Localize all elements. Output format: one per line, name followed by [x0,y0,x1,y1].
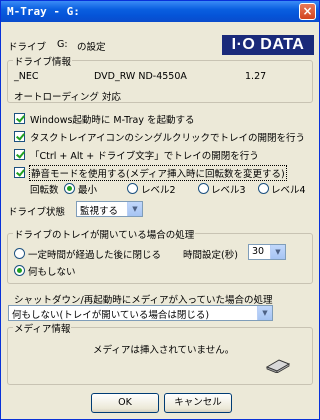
drive-info-group-label: ドライブ情報 [13,54,73,68]
close-after-time-label: 一定時間が経過した後に閉じる [28,250,162,261]
drive-state-value: 監視する [80,206,119,217]
shutdown-select[interactable]: 何もしない(トレイが開いている場合は閉じる) ▼ [8,305,273,321]
chevron-down-icon[interactable]: ▼ [270,245,285,259]
radio-do-nothing[interactable] [14,265,25,276]
drive-state-select[interactable]: 監視する ▼ [76,201,143,217]
drive-label: ドライブ [8,42,47,53]
rotation-level2-label: レベル2 [141,185,176,196]
close-button[interactable]: × [299,3,316,20]
iodata-logo: I·O DATA [222,35,314,55]
radio-rotation-min[interactable] [64,183,75,194]
drive-firmware: 1.27 [245,71,267,82]
checkbox-hotkey[interactable] [14,149,25,160]
checkbox-startup[interactable] [14,113,25,124]
chevron-down-icon[interactable]: ▼ [257,306,272,320]
radio-rotation-level4[interactable] [258,183,269,194]
radio-rotation-level2[interactable] [127,183,138,194]
media-status-message: メディアは挿入されていません。 [93,345,235,356]
option-startup-label: Windows起動時に M-Tray を起動する [30,115,195,126]
drive-tray-icon [265,359,291,373]
option-single-click-label: タスクトレイアイコンのシングルクリックでトレイの開閉を行う [30,133,306,144]
time-setting-select[interactable]: 30 ▼ [248,244,286,260]
rotation-label: 回転数 [30,185,59,196]
radio-close-after-time[interactable] [14,248,25,259]
window-title: M-Tray - G: [7,5,80,18]
drive-state-label: ドライブ状態 [8,207,66,218]
chevron-down-icon[interactable]: ▼ [127,202,142,216]
ok-button[interactable]: OK [91,393,159,413]
radio-rotation-level3[interactable] [198,183,209,194]
option-silent-mode-label: 静音モードを使用する(メディア挿入時に回転数を変更する) [29,165,287,181]
media-info-group: メディア情報 [7,321,313,385]
rotation-level3-label: レベル3 [211,185,246,196]
media-info-group-label: メディア情報 [13,321,72,335]
shutdown-value: 何もしない(トレイが開いている場合は閉じる) [12,310,210,321]
drive-letter: G: [57,39,68,50]
cancel-button[interactable]: キャンセル [164,393,232,413]
shutdown-label: シャットダウン/再起動時にメディアが入っていた場合の処理 [14,295,273,306]
rotation-level4-label: レベル4 [271,185,306,196]
title-bar[interactable]: M-Tray - G: × [1,1,319,22]
settings-label: の設定 [77,42,106,53]
time-setting-label: 時間設定(秒) [183,250,238,261]
option-hotkey-label: 「Ctrl + Alt + ドライブ文字」でトレイの開閉を行う [30,151,259,162]
drive-model: DVD_RW ND-4550A [94,71,187,82]
do-nothing-label: 何もしない [28,267,76,278]
m-tray-settings-window: M-Tray - G: × ドライブ G: の設定 I·O DATA ドライブ情… [0,0,320,420]
rotation-min-label: 最小 [78,185,98,196]
drive-vendor: _NEC [14,71,39,82]
tray-open-group-label: ドライブのトレイが開いている場合の処理 [13,227,196,241]
checkbox-silent-mode[interactable] [14,167,25,178]
time-setting-value: 30 [252,246,265,257]
autoloading-label: オートローディング 対応 [14,92,121,103]
checkbox-single-click[interactable] [14,131,25,142]
